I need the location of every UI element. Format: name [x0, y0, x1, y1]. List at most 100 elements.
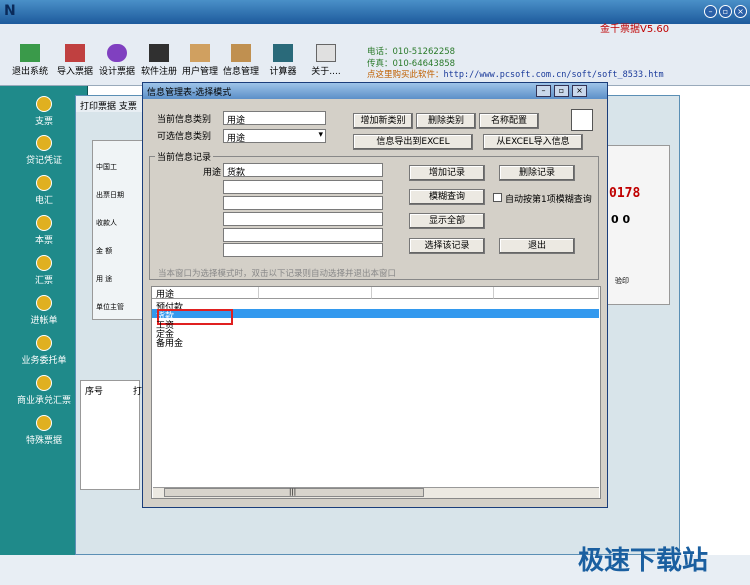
show-all-button[interactable]: 显示全部 [409, 213, 485, 229]
special-icon [36, 415, 52, 431]
buy-label: 点这里购买此软件： [367, 70, 444, 80]
add-category-button[interactable]: 增加新类别 [353, 113, 413, 129]
entrust-icon [36, 335, 52, 351]
background-table: 序号 打 [80, 380, 142, 490]
grid-header-col3[interactable] [372, 287, 494, 299]
select-record-button[interactable]: 选择该记录 [409, 238, 485, 254]
delete-category-button[interactable]: 删除类别 [416, 113, 476, 129]
grid-header-purpose[interactable]: 用途 [152, 287, 259, 300]
user-management-label: 用户管理 [181, 67, 218, 77]
sidebar-label: 支票 [34, 117, 53, 127]
optional-category-value: 用途 [227, 134, 246, 144]
grid-header-col2[interactable] [259, 287, 372, 299]
sidebar-label: 汇票 [34, 276, 53, 286]
info-management-label: 信息管理 [222, 67, 259, 77]
current-category-field[interactable]: 用途 [223, 111, 326, 126]
sidebar-label: 贷记凭证 [25, 156, 62, 166]
sidebar-label: 商业承兑汇票 [16, 396, 71, 406]
auto-fuzzy-label: 自动按第1项模糊查询 [505, 195, 592, 205]
phone-text: 电话：010-51262258 [367, 47, 456, 57]
about-icon [316, 44, 336, 62]
scroll-thumb[interactable]: ||| [164, 488, 424, 497]
design-ticket-button[interactable]: 设计票据 [97, 44, 137, 82]
auto-fuzzy-checkbox[interactable] [493, 193, 502, 202]
optional-category-label: 可选信息类别 [157, 132, 212, 142]
dialog-close-icon[interactable]: × [572, 85, 587, 97]
record-grid: 用途 预付款 货款 工资 定金 备用金 ||| [151, 286, 601, 499]
register-label: 软件注册 [140, 67, 177, 77]
sidebar-label: 本票 [34, 236, 53, 246]
register-button[interactable]: 软件注册 [139, 44, 179, 82]
grid-header-col4[interactable] [494, 287, 599, 299]
extra-field-2[interactable] [223, 196, 383, 210]
about-label: 关于.... [311, 67, 341, 77]
verify-label: 验印 [615, 277, 629, 285]
voucher-icon [36, 135, 52, 151]
current-category-label: 当前信息类别 [157, 115, 212, 125]
cheque-right-panel: 0178 0 0 验印 [600, 145, 670, 305]
table-row[interactable]: 备用金 [152, 336, 599, 349]
cheque-line: 单位主管 [96, 303, 124, 311]
buy-link[interactable]: 点这里购买此软件：http://www.pcsoft.com.cn/soft/s… [367, 68, 664, 80]
import-excel-button[interactable]: 从EXCEL导入信息 [483, 134, 583, 150]
extra-field-3[interactable] [223, 212, 383, 226]
info-icon [231, 44, 251, 62]
calculator-button[interactable]: 计算器 [264, 44, 302, 82]
export-excel-button[interactable]: 信息导出到EXCEL [353, 134, 473, 150]
cheque-line: 收款人 [96, 219, 117, 227]
import-icon [65, 44, 85, 62]
exit-system-button[interactable]: 退出系统 [10, 44, 50, 82]
purpose-field[interactable]: 货款 [223, 163, 383, 178]
exit-button[interactable]: 退出 [499, 238, 575, 254]
table-row[interactable]: 预付款 [152, 300, 599, 313]
calculator-icon [273, 44, 293, 62]
buy-url[interactable]: http://www.pcsoft.com.cn/soft/soft_8533.… [444, 70, 664, 80]
minimize-icon[interactable]: – [704, 5, 717, 18]
sidebar-label: 特殊票据 [25, 436, 62, 446]
delete-record-button[interactable]: 删除记录 [499, 165, 575, 181]
app-version: 金千票据V5.60 [600, 24, 670, 35]
extra-field-5[interactable] [223, 243, 383, 257]
chevron-down-icon[interactable]: ▾ [318, 130, 323, 140]
name-config-button[interactable]: 名称配置 [479, 113, 539, 129]
wire-icon [36, 175, 52, 191]
calculator-label: 计算器 [269, 67, 297, 77]
cheque-icon [36, 96, 52, 112]
purpose-label: 用途 [203, 168, 222, 178]
info-dialog: 信息管理表-选择模式 – ▫ × 当前信息类别 用途 可选信息类别 用途 ▾ 增… [142, 82, 608, 508]
import-ticket-button[interactable]: 导入票据 [55, 44, 95, 82]
dialog-minimize-icon[interactable]: – [536, 85, 551, 97]
close-icon[interactable]: × [734, 5, 747, 18]
fuzzy-query-button[interactable]: 模糊查询 [409, 189, 485, 205]
cheque-number: 0178 [609, 186, 641, 201]
sidebar-label: 电汇 [34, 196, 53, 206]
exit-system-label: 退出系统 [11, 67, 48, 77]
cheque-digits: 0 0 [611, 213, 631, 226]
info-management-button[interactable]: 信息管理 [221, 44, 261, 82]
col-seq-header: 序号 [85, 387, 104, 397]
optional-category-select[interactable]: 用途 ▾ [223, 129, 326, 144]
hint-text: 当本窗口为选择模式时，双击以下记录则自动选择并退出本窗口 [158, 269, 397, 279]
extra-field-1[interactable] [223, 180, 383, 194]
user-icon [190, 44, 210, 62]
user-management-button[interactable]: 用户管理 [180, 44, 220, 82]
cheque-line: 用 途 [96, 275, 113, 283]
table-row[interactable]: 定金 [152, 327, 599, 340]
handshake-icon [571, 109, 593, 131]
register-icon [149, 44, 169, 62]
commercial-icon [36, 375, 52, 391]
extra-field-4[interactable] [223, 228, 383, 242]
dialog-restore-icon[interactable]: ▫ [554, 85, 569, 97]
design-icon [107, 44, 127, 62]
sidebar-label: 进帐单 [30, 316, 58, 326]
cheque-line: 金 额 [96, 247, 113, 255]
add-record-button[interactable]: 增加记录 [409, 165, 485, 181]
about-button[interactable]: 关于.... [306, 44, 346, 82]
watermark: 极速下载站 [578, 546, 709, 576]
app-logo: N [4, 3, 16, 19]
table-row[interactable]: 工资 [152, 318, 599, 331]
door-exit-icon [20, 44, 40, 62]
restore-icon[interactable]: ▫ [719, 5, 732, 18]
record-group-label: 当前信息记录 [155, 150, 214, 163]
cheque-line: 中国工 [96, 163, 117, 171]
